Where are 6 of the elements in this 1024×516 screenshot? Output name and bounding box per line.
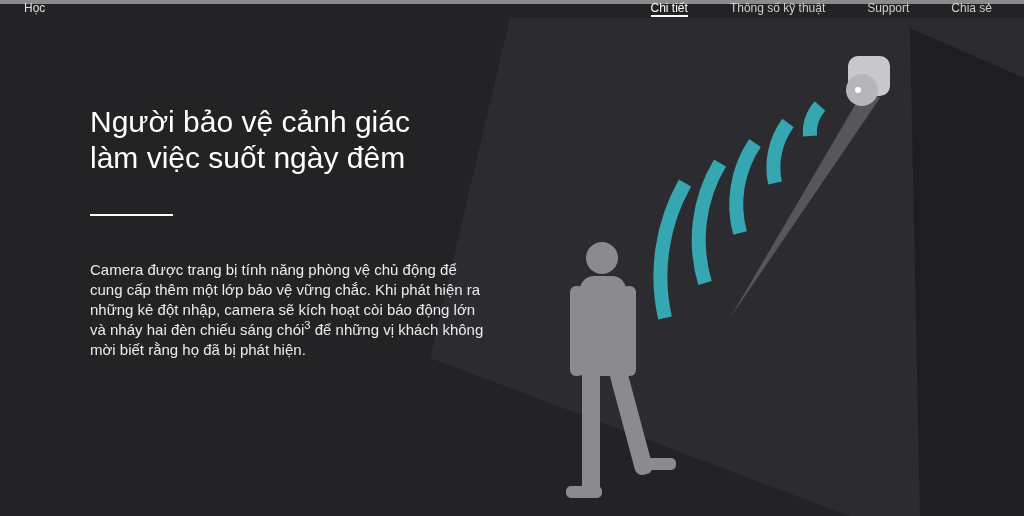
nav-tab[interactable]: Support [867,2,910,17]
hero-heading: Người bảo vệ cảnh giác làm việc suốt ngày đêm [90,104,411,176]
hero-description: Camera được trang bị tính năng phòng vệ chủ động để cung cấp thêm một lớp bảo vệ vững chắc. Khi phát hiện ra những kẻ đột nhập, camera sẽ kích hoạt còi báo động lớn và nháy hai đèn chiếu sáng chói$^{3}$ để những vị khách không mời biết rằng họ đã bị phát hiện. [90,260,485,360]
nav-tab[interactable]: Chia sẻ [951,2,992,17]
nav-link[interactable]: Học [24,2,46,14]
nav-tab[interactable]: Thông số kỹ thuật [729,2,826,17]
